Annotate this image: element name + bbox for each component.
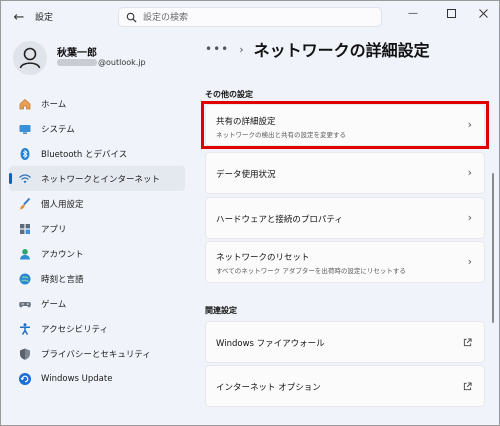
card-title: Windows ファイアウォール <box>216 339 325 349</box>
minimize-button[interactable]: — <box>399 3 427 23</box>
sidebar-item-personalization[interactable]: 個人用設定 <box>9 191 185 216</box>
email-redacted <box>57 59 97 66</box>
network-reset-card[interactable]: ネットワークのリセット すべてのネットワーク アダプターを出荷時の設定にリセット… <box>205 241 485 283</box>
chevron-right-icon: › <box>467 211 472 224</box>
home-icon <box>18 97 32 111</box>
scrollbar[interactable] <box>492 173 494 323</box>
search-box[interactable] <box>118 7 382 27</box>
sidebar-item-label: アプリ <box>41 224 67 235</box>
sidebar-item-home[interactable]: ホーム <box>9 91 185 116</box>
search-icon <box>126 12 137 23</box>
sidebar-item-label: ネットワークとインターネット <box>41 174 161 185</box>
close-icon <box>478 8 488 18</box>
sidebar-item-label: ホーム <box>41 99 67 110</box>
section-heading-other: その他の設定 <box>205 90 253 99</box>
sidebar-item-privacy-security[interactable]: プライバシーとセキュリティ <box>9 341 185 366</box>
apps-icon <box>18 222 32 236</box>
card-title: ハードウェアと接続のプロパティ <box>216 215 343 225</box>
system-icon <box>18 122 32 136</box>
sidebar-item-label: Bluetooth とデバイス <box>41 149 128 160</box>
external-link-icon <box>463 338 472 347</box>
close-button[interactable] <box>469 3 497 23</box>
external-link-icon <box>463 382 472 391</box>
back-button[interactable]: ← <box>9 7 29 27</box>
shield-icon <box>18 347 32 361</box>
sidebar-item-time-language[interactable]: 時刻と言語 <box>9 266 185 291</box>
user-name: 秋葉一郎 <box>57 48 97 59</box>
minimize-icon: — <box>408 7 418 19</box>
sidebar-item-label: システム <box>41 124 75 135</box>
sidebar-item-network[interactable]: ネットワークとインターネット <box>9 166 185 191</box>
sidebar-item-label: プライバシーとセキュリティ <box>41 349 151 360</box>
email-domain: @outlook.jp <box>98 58 146 67</box>
windows-update-icon <box>18 372 32 386</box>
user-email: @outlook.jp <box>57 58 146 67</box>
account-icon <box>18 247 32 261</box>
sidebar-item-label: アカウント <box>41 249 84 260</box>
user-avatar-icon <box>19 47 41 69</box>
sidebar-item-windows-update[interactable]: Windows Update <box>9 366 185 391</box>
sidebar-nav: ホーム システム Bluetooth とデバイス ネットワークとインターネット … <box>9 91 185 391</box>
brush-icon <box>18 197 32 211</box>
chevron-right-icon: › <box>467 166 472 179</box>
highlight-box <box>201 101 489 149</box>
accessibility-icon <box>18 322 32 336</box>
section-heading-related: 関連設定 <box>205 306 237 315</box>
avatar <box>13 41 47 75</box>
gamepad-icon <box>18 297 32 311</box>
hardware-connection-properties-card[interactable]: ハードウェアと接続のプロパティ › <box>205 197 485 239</box>
network-wifi-icon <box>18 172 32 186</box>
bluetooth-icon <box>18 147 32 161</box>
sidebar-item-label: 時刻と言語 <box>41 274 84 285</box>
sidebar-item-apps[interactable]: アプリ <box>9 216 185 241</box>
page-title: ネットワークの詳細設定 <box>253 41 430 60</box>
sidebar-item-label: アクセシビリティ <box>41 324 109 335</box>
card-subtitle: すべてのネットワーク アダプターを出荷時の設定にリセットする <box>216 267 406 275</box>
sidebar-item-system[interactable]: システム <box>9 116 185 141</box>
sidebar-item-label: ゲーム <box>41 299 67 310</box>
settings-window: ← 設定 — 秋葉一郎 @outlook.jp <box>0 0 500 426</box>
breadcrumb-overflow-button[interactable]: ••• <box>205 42 229 56</box>
title-bar: ← 設定 — <box>1 1 499 33</box>
sidebar-item-gaming[interactable]: ゲーム <box>9 291 185 316</box>
data-usage-card[interactable]: データ使用状況 › <box>205 152 485 194</box>
maximize-button[interactable] <box>437 3 465 23</box>
card-title: ネットワークのリセット <box>216 253 310 263</box>
sidebar-item-label: Windows Update <box>41 373 113 384</box>
sidebar-item-bluetooth[interactable]: Bluetooth とデバイス <box>9 141 185 166</box>
chevron-right-icon: › <box>239 42 244 56</box>
sidebar-item-label: 個人用設定 <box>41 199 84 210</box>
card-title: データ使用状況 <box>216 170 276 180</box>
app-title: 設定 <box>35 13 54 23</box>
card-title: インターネット オプション <box>216 383 321 393</box>
maximize-icon <box>446 8 456 18</box>
breadcrumb: ••• › ネットワークの詳細設定 <box>205 37 430 61</box>
sidebar-item-accessibility[interactable]: アクセシビリティ <box>9 316 185 341</box>
sidebar-item-accounts[interactable]: アカウント <box>9 241 185 266</box>
search-input[interactable] <box>143 10 373 25</box>
time-language-icon <box>18 272 32 286</box>
back-arrow-icon: ← <box>13 9 25 25</box>
chevron-right-icon: › <box>467 255 472 268</box>
windows-firewall-card[interactable]: Windows ファイアウォール <box>205 321 485 363</box>
internet-options-card[interactable]: インターネット オプション <box>205 365 485 407</box>
